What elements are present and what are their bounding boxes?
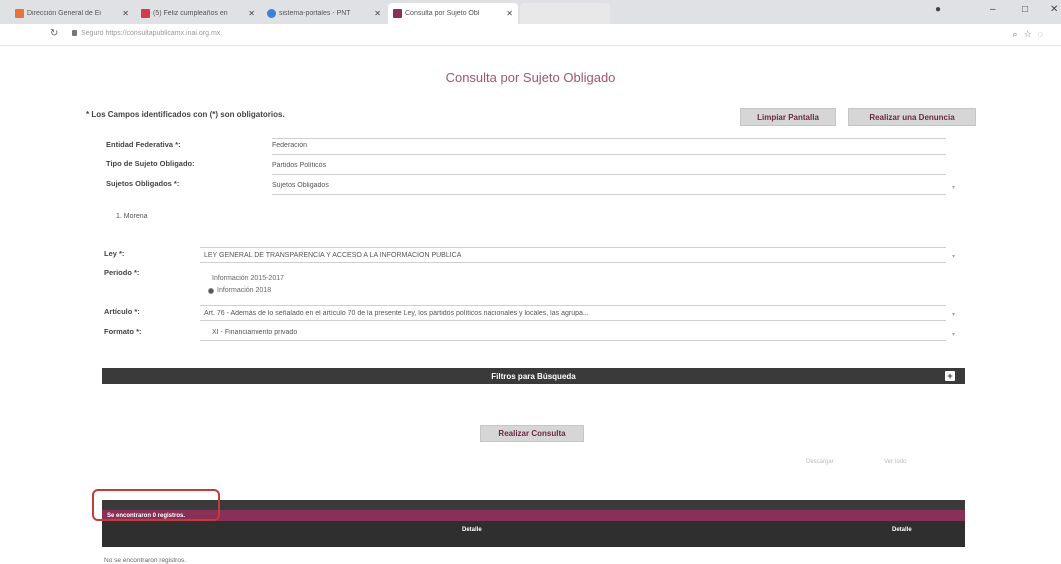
facebook-favicon-icon <box>141 9 150 18</box>
tab-label: Consulta por Sujeto Obl <box>405 10 480 17</box>
browser-tab-2[interactable]: (5) Feliz cumpleaños en ✕ <box>136 3 260 24</box>
tab-label: (5) Feliz cumpleaños en <box>153 10 228 17</box>
entidad-label: Entidad Federativa *: <box>106 140 181 149</box>
lock-icon <box>72 30 77 36</box>
sujetos-field-border <box>272 194 946 195</box>
chevron-down-icon[interactable]: ▾ <box>952 184 955 191</box>
close-tab-icon[interactable]: ✕ <box>248 9 255 18</box>
clear-screen-button[interactable]: Limpiar Pantalla <box>740 108 836 126</box>
maximize-icon[interactable]: □ <box>1022 4 1028 15</box>
loading-favicon-icon <box>267 9 276 18</box>
ley-field-border <box>200 262 946 263</box>
tipo-sujeto-select[interactable]: Partidos Políticos <box>272 162 944 169</box>
tipo-sujeto-label: Tipo de Sujeto Obligado: <box>106 159 195 168</box>
minimize-icon[interactable]: – <box>990 4 996 15</box>
required-fields-note: * Los Campos identificados con (*) son o… <box>86 110 285 119</box>
results-table-header <box>102 500 965 510</box>
file-complaint-button[interactable]: Realizar una Denuncia <box>848 108 976 126</box>
close-window-icon[interactable]: ✕ <box>1050 4 1058 15</box>
tipo-sujeto-field-border <box>272 174 946 175</box>
browser-tab-bar: Dirección General de Ei ✕ (5) Feliz cump… <box>0 0 1061 24</box>
tab-label: sistema-portales - PNT <box>279 10 351 17</box>
site-favicon-icon <box>393 9 402 18</box>
results-count-banner: Se encontraron 0 registros. <box>102 510 965 521</box>
expand-filters-icon[interactable]: + <box>945 371 955 381</box>
close-tab-icon[interactable]: ✕ <box>506 9 513 18</box>
results-column-headers: Detalle Detalle <box>102 521 965 547</box>
extension-icon[interactable]: ◌ <box>1038 29 1049 39</box>
close-tab-icon[interactable]: ✕ <box>374 9 381 18</box>
browser-tab-4[interactable]: Consulta por Sujeto Obl ✕ <box>388 3 518 24</box>
articulo-field-border <box>200 320 946 321</box>
formato-field-border <box>200 340 946 341</box>
search-filters-bar[interactable]: Filtros para Búsqueda <box>102 368 965 384</box>
sujetos-select[interactable]: Sujetos Obligados <box>272 182 944 189</box>
profile-icon[interactable]: ● <box>935 4 941 15</box>
articulo-label: Artículo *: <box>104 307 140 316</box>
entidad-field-border <box>272 154 946 155</box>
browser-tab-3[interactable]: sistema-portales - PNT ✕ <box>262 3 386 24</box>
formato-label: Formato *: <box>104 327 142 336</box>
no-records-message: No se encontraron registros. <box>104 557 187 564</box>
periodo-option-label: Información 2018 <box>217 287 272 294</box>
download-label: Descargar <box>806 459 834 465</box>
address-bar: ↻ Seguro https://consultapublicamx.inai.… <box>0 24 1061 46</box>
url-prefix: Seguro https:// <box>81 30 127 37</box>
periodo-option-1[interactable]: Información 2015-2017 <box>212 275 284 282</box>
ley-field-border <box>200 247 946 248</box>
ley-label: Ley *: <box>104 249 125 258</box>
page-title: Consulta por Sujeto Obligado <box>445 70 616 85</box>
view-all-button[interactable]: Ver todo <box>884 457 906 467</box>
chevron-down-icon[interactable]: ▾ <box>952 331 955 338</box>
run-query-button[interactable]: Realizar Consulta <box>480 425 584 442</box>
periodo-label: Periodo *: <box>104 268 140 277</box>
url-field[interactable]: Seguro https://consultapublicamx.inai.or… <box>72 30 220 37</box>
entidad-field-border <box>272 138 946 139</box>
download-button[interactable]: Descargar <box>806 457 834 467</box>
entidad-select[interactable]: Federación <box>272 142 944 149</box>
chevron-down-icon[interactable]: ▾ <box>952 311 955 318</box>
url-text: consultapublicamx.inai.org.mx <box>126 30 221 37</box>
new-tab-button[interactable] <box>520 3 610 24</box>
periodo-option-label: Información 2015-2017 <box>212 275 284 282</box>
tab-label: Dirección General de Ei <box>27 10 101 17</box>
close-tab-icon[interactable]: ✕ <box>122 9 129 18</box>
annotation-highlight-box <box>92 489 220 521</box>
column-header-detalle[interactable]: Detalle <box>892 527 912 533</box>
zoom-icon[interactable]: ⌕ <box>1013 29 1024 39</box>
radio-selected-icon[interactable] <box>208 287 214 294</box>
articulo-field-border <box>200 305 946 306</box>
bookmark-star-icon[interactable]: ☆ <box>1024 29 1038 39</box>
chevron-down-icon[interactable]: ▾ <box>952 253 955 260</box>
formato-select[interactable]: XI - Financiamiento privado <box>212 329 942 336</box>
reload-icon[interactable]: ↻ <box>50 28 58 39</box>
browser-tab-1[interactable]: Dirección General de Ei ✕ <box>10 3 134 24</box>
page-favicon-icon <box>15 9 24 18</box>
articulo-select[interactable]: Art. 76 - Además de lo señalado en el ar… <box>204 310 944 317</box>
ley-select[interactable]: LEY GENERAL DE TRANSPARENCIA Y ACCESO A … <box>204 252 944 259</box>
view-all-label: Ver todo <box>884 459 907 465</box>
periodo-option-2[interactable]: Información 2018 <box>208 287 271 294</box>
search-filters-title: Filtros para Búsqueda <box>491 371 576 381</box>
selected-sujeto-item: 1. Morena <box>116 213 148 220</box>
column-header-detalle[interactable]: Detalle <box>462 527 482 533</box>
sujetos-label: Sujetos Obligados *: <box>106 179 180 188</box>
address-actions: ⌕☆◌ <box>1013 29 1049 40</box>
